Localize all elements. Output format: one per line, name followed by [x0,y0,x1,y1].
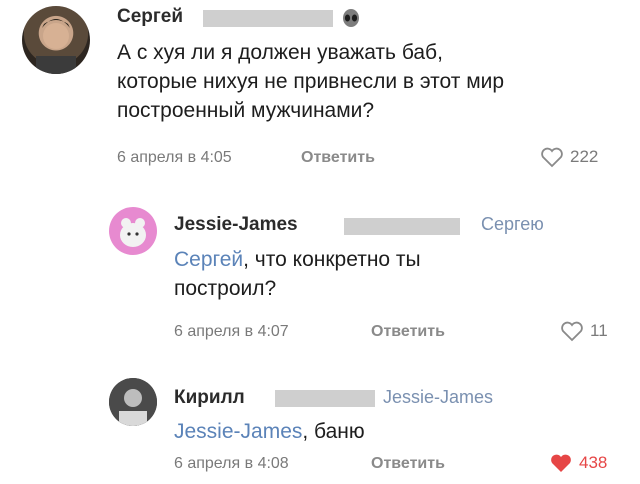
reply-to-name[interactable]: Сергею [481,214,544,235]
comment-date: 6 апреля в 4:05 [117,149,232,166]
comment-text-line: которые нихуя не привнесли в этот мир [117,70,505,93]
like-button[interactable]: 11 [560,320,608,342]
avatar-sergey[interactable] [22,6,90,74]
comment-author[interactable]: Сергей [117,6,183,28]
comment-text-line: А с хуя ли я должен уважать баб, [117,41,443,64]
mention-link[interactable]: Сергей [174,248,243,271]
like-count: 11 [590,321,608,340]
like-button[interactable]: 222 [540,146,598,168]
comment-date: 6 апреля в 4:08 [174,455,289,472]
reply-button[interactable]: Ответить [371,455,445,473]
comment-text-line: построенный мужчинами? [117,99,375,122]
reply-to-name[interactable]: Jessie-James [383,387,493,408]
comment-text-part: , баню [302,420,365,443]
like-button[interactable]: 438 [549,452,607,474]
comment-author[interactable]: Jessie-James [174,214,298,236]
comment-text: А с хуя ли я должен уважать баб, которые… [117,38,504,125]
comment-text-part: , что конкретно ты [243,248,421,271]
heart-filled-icon [551,454,571,472]
avatar-jessie-james[interactable] [109,207,157,255]
comment-date: 6 апреля в 4:07 [174,323,289,340]
reply-button[interactable]: Ответить [371,323,445,341]
redacted-surname [275,390,375,407]
heart-outline-icon [541,147,563,168]
reply-button[interactable]: Ответить [301,149,375,167]
comment-text-line: построил? [174,277,277,300]
mention-link[interactable]: Jessie-James [174,420,302,443]
like-count: 438 [579,453,608,472]
avatar-kirill[interactable] [109,378,157,426]
avatar-image-icon [36,19,76,74]
heart-outline-icon [561,321,583,342]
comment-text: Jessie-James, баню [174,417,365,446]
redacted-surname [344,218,460,235]
avatar-image-icon [120,218,146,247]
comment-author[interactable]: Кирилл [174,387,245,409]
alien-emoji-icon [341,8,361,33]
avatar-image-icon [109,378,157,426]
redacted-surname [203,10,333,27]
like-count: 222 [570,147,599,166]
comment-text: Сергей, что конкретно ты построил? [174,245,421,303]
